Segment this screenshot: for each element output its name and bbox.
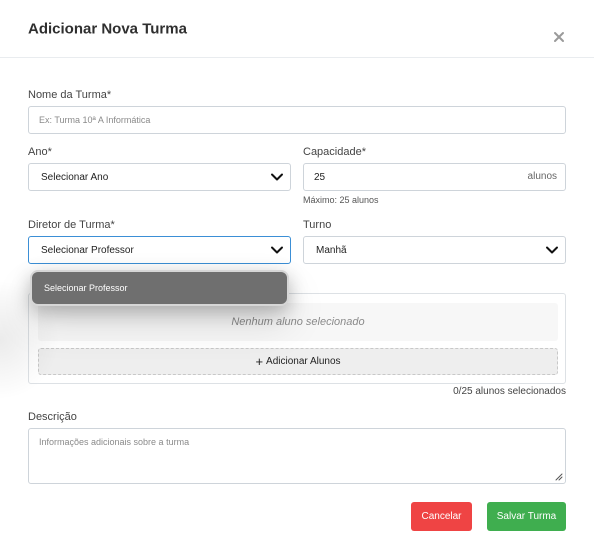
chevron-down-icon	[270, 243, 284, 257]
chevron-down-icon	[270, 170, 284, 184]
add-students-button[interactable]: + Adicionar Alunos	[38, 348, 558, 375]
class-name-placeholder: Ex: Turma 10ª A Informática	[39, 115, 151, 125]
capacity-value: 25	[314, 171, 326, 183]
description-placeholder: Informações adicionais sobre a turma	[39, 437, 190, 447]
class-name-input[interactable]: Ex: Turma 10ª A Informática	[28, 106, 566, 134]
capacity-suffix: alunos	[527, 171, 557, 182]
shift-select[interactable]: Manhã	[303, 236, 566, 264]
students-panel: Nenhum aluno selecionado + Adicionar Alu…	[28, 293, 566, 384]
students-counter: 0/25 alunos selecionados	[453, 386, 566, 397]
capacity-input[interactable]: 25 alunos	[303, 163, 566, 191]
save-class-button[interactable]: Salvar Turma	[487, 502, 566, 531]
description-textarea[interactable]: Informações adicionais sobre a turma	[28, 428, 566, 484]
add-class-modal: Adicionar Nova Turma Nome da Turma* Ex: …	[0, 0, 594, 557]
description-label: Descrição	[28, 411, 77, 423]
students-empty-state: Nenhum aluno selecionado	[38, 303, 558, 341]
chevron-down-icon	[545, 243, 559, 257]
director-select[interactable]: Selecionar Professor	[28, 236, 291, 264]
director-label: Diretor de Turma*	[28, 219, 115, 231]
add-students-label: Adicionar Alunos	[266, 356, 341, 367]
close-x-glyph	[554, 32, 564, 42]
capacity-hint: Máximo: 25 alunos	[303, 195, 379, 205]
resize-handle-icon[interactable]	[553, 471, 563, 481]
year-select-value: Selecionar Ano	[41, 171, 109, 183]
close-icon[interactable]	[549, 27, 569, 47]
capacity-label: Capacidade*	[303, 146, 366, 158]
director-dropdown-option[interactable]: Selecionar Professor	[30, 270, 289, 306]
plus-icon: +	[255, 354, 264, 369]
class-name-label: Nome da Turma*	[28, 89, 112, 101]
year-select[interactable]: Selecionar Ano	[28, 163, 291, 191]
modal-header: Adicionar Nova Turma	[0, 0, 594, 58]
shift-label: Turno	[303, 219, 332, 231]
director-select-value: Selecionar Professor	[41, 244, 134, 256]
year-label: Ano*	[28, 146, 52, 158]
modal-title: Adicionar Nova Turma	[28, 20, 187, 38]
shift-select-value: Manhã	[316, 244, 347, 256]
cancel-button[interactable]: Cancelar	[411, 502, 472, 531]
